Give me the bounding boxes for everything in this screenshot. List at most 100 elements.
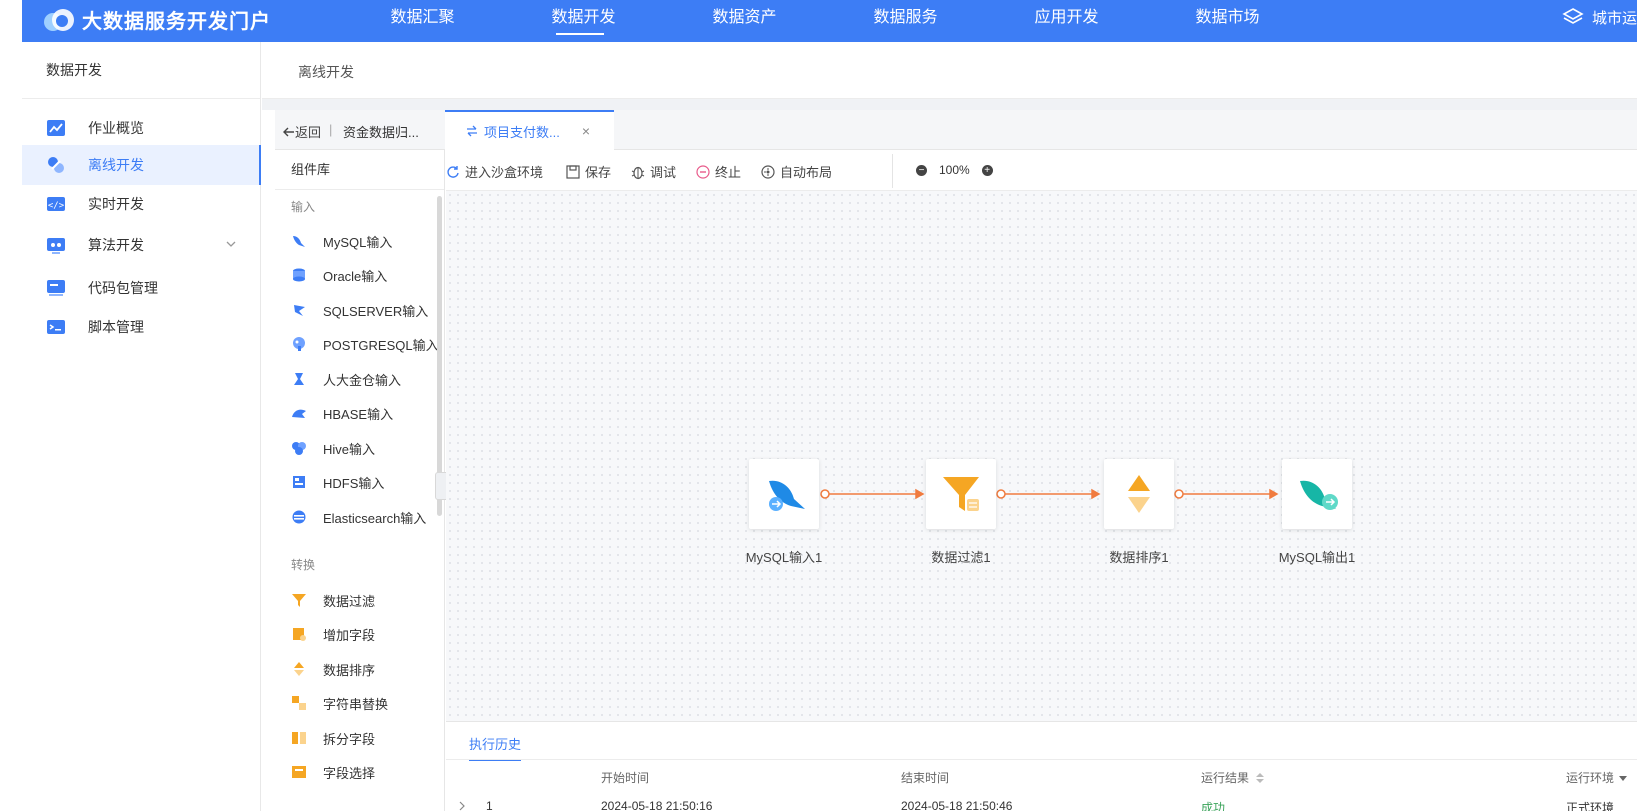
component-string-replace[interactable]: 字符串替换 <box>291 693 388 713</box>
edge-3-port <box>1174 489 1184 499</box>
back-button[interactable]: 返回 <box>283 122 321 141</box>
nav-data-assets[interactable]: 数据资产 <box>664 0 825 42</box>
save-button[interactable]: 保存 <box>566 162 611 181</box>
expand-row-icon[interactable] <box>458 801 466 811</box>
auto-layout-button[interactable]: 自动布局 <box>761 162 832 181</box>
node-data-sort[interactable] <box>1104 459 1174 529</box>
column-run-env[interactable]: 运行环境 <box>1566 769 1628 786</box>
component-label: Hive输入 <box>323 441 376 457</box>
sidebar-title: 数据开发 <box>22 42 260 99</box>
component-label: HBASE输入 <box>323 406 394 422</box>
component-field-select[interactable]: 字段选择 <box>291 762 375 782</box>
component-hbase-input[interactable]: HBASE输入 <box>291 403 393 423</box>
component-data-filter[interactable]: 数据过滤 <box>291 590 375 610</box>
nav-data-market[interactable]: 数据市场 <box>1147 0 1308 42</box>
component-split-field[interactable]: 拆分字段 <box>291 728 375 748</box>
sqlserver-icon <box>294 305 305 316</box>
stop-button[interactable]: 终止 <box>696 162 741 181</box>
component-postgresql-input[interactable]: POSTGRESQL输入 <box>291 334 439 354</box>
tab-fund-data[interactable]: 资金数据归... <box>343 122 419 141</box>
row-start-time: 2024-05-18 21:50:16 <box>601 799 713 811</box>
tab-execution-history[interactable]: 执行历史 <box>469 734 522 761</box>
zoom-in-icon[interactable]: + <box>981 164 993 176</box>
sort-toggle-icon[interactable] <box>1255 772 1265 784</box>
component-label: 增加字段 <box>323 627 376 643</box>
edge-2-arrow <box>1091 488 1101 500</box>
column-run-result[interactable]: 运行结果 <box>1201 769 1265 786</box>
flow-canvas[interactable]: MySQL输入1 数据过滤1 数据排序1 MySQL输出1 <box>446 191 1637 721</box>
component-sqlserver-input[interactable]: SQLSERVER输入 <box>291 300 428 320</box>
editor-tabs: 返回 | 资金数据归... 项目支付数... × <box>275 110 1637 150</box>
node-mysql-input[interactable] <box>749 459 819 529</box>
sort-icon <box>294 662 304 676</box>
tab-separator: | <box>329 122 333 137</box>
app-logo[interactable]: 大数据服务开发门户 <box>44 5 271 34</box>
layers-icon <box>1562 8 1584 24</box>
component-library: 组件库 输入 MySQL输入 Oracle输入 SQLSERVER输入 POST… <box>275 150 449 811</box>
chevron-down-icon[interactable] <box>225 239 237 249</box>
zoom-control: − 100% + <box>916 163 993 177</box>
sidebar-item-offline-dev[interactable]: 离线开发 <box>22 145 261 185</box>
sidebar-item-realtime-dev[interactable]: </> 实时开发 <box>22 184 261 224</box>
debug-button[interactable]: 调试 <box>631 162 676 181</box>
nav-data-development[interactable]: 数据开发 <box>503 0 664 42</box>
node-mysql-output[interactable] <box>1282 459 1352 529</box>
toolbar-divider <box>892 154 893 188</box>
workspace-switcher[interactable]: 城市运 <box>1562 0 1637 34</box>
section-input: 输入 <box>291 200 316 214</box>
component-data-sort[interactable]: 数据排序 <box>291 659 375 679</box>
component-elasticsearch-input[interactable]: Elasticsearch输入 <box>291 507 426 527</box>
sidebar-item-algorithm-dev[interactable]: 算法开发 <box>22 225 261 265</box>
close-tab-icon[interactable]: × <box>582 123 590 139</box>
sandbox-label: 进入沙盒环境 <box>465 165 544 180</box>
row-end-time: 2024-05-18 21:50:46 <box>901 799 1013 811</box>
sidebar-item-package-mgmt[interactable]: 代码包管理 <box>22 268 261 308</box>
component-label: 数据过滤 <box>323 593 376 609</box>
stop-label: 终止 <box>715 165 742 180</box>
sidebar-item-job-overview[interactable]: 作业概览 <box>22 108 261 148</box>
sync-icon <box>467 125 477 137</box>
sidebar-item-label: 离线开发 <box>88 157 144 173</box>
component-add-field[interactable]: 增加字段 <box>291 624 375 644</box>
edge-2-port <box>996 489 1006 499</box>
column-label: 运行环境 <box>1566 771 1615 785</box>
component-label: MySQL输入 <box>323 234 393 250</box>
sidebar-item-label: 代码包管理 <box>88 280 158 296</box>
sidebar-item-script-mgmt[interactable]: 脚本管理 <box>22 307 261 347</box>
tab-project-payment[interactable]: 项目支付数... × <box>445 110 614 150</box>
section-transform: 转换 <box>291 558 316 572</box>
chart-icon <box>47 120 65 136</box>
layout-icon <box>761 164 775 179</box>
execution-history-panel: 执行历史 开始时间 结束时间 运行结果 运行环境 1 2024-05-18 21… <box>446 721 1637 811</box>
save-label: 保存 <box>585 165 612 180</box>
nav-data-services[interactable]: 数据服务 <box>825 0 986 42</box>
nav-data-aggregation[interactable]: 数据汇聚 <box>342 0 503 42</box>
code-icon: </> <box>47 197 65 211</box>
sandbox-button[interactable]: 进入沙盒环境 <box>446 162 543 181</box>
bug-icon <box>631 166 645 179</box>
postgresql-icon <box>293 337 305 351</box>
node-data-filter[interactable] <box>926 459 996 529</box>
component-mysql-input[interactable]: MySQL输入 <box>291 231 392 251</box>
debug-label: 调试 <box>650 165 677 180</box>
component-hdfs-input[interactable]: HDFS输入 <box>291 472 384 492</box>
component-kingbase-input[interactable]: 人大金仓输入 <box>291 369 401 389</box>
component-hive-input[interactable]: Hive输入 <box>291 438 375 458</box>
link-icon <box>48 157 64 173</box>
zoom-out-icon[interactable]: − <box>916 164 927 176</box>
top-nav-bar: 大数据服务开发门户 数据汇聚 数据开发 数据资产 数据服务 应用开发 数据市场 … <box>22 0 1637 42</box>
filter-dropdown-icon[interactable] <box>1618 774 1628 782</box>
kingbase-icon <box>294 373 304 385</box>
nav-app-development[interactable]: 应用开发 <box>986 0 1147 42</box>
tab-label: 项目支付数... <box>484 124 560 140</box>
app-title: 大数据服务开发门户 <box>82 11 271 33</box>
edge-3-arrow <box>1269 488 1279 500</box>
mysql-output-icon <box>1300 480 1338 510</box>
library-scrollbar[interactable] <box>437 196 442 516</box>
column-end-time: 结束时间 <box>901 771 950 785</box>
svg-text:</>: </> <box>48 201 65 211</box>
flow-edges <box>820 488 1279 500</box>
page-title: 离线开发 <box>298 64 354 80</box>
sidebar-item-label: 实时开发 <box>88 196 144 212</box>
component-oracle-input[interactable]: Oracle输入 <box>291 265 387 285</box>
